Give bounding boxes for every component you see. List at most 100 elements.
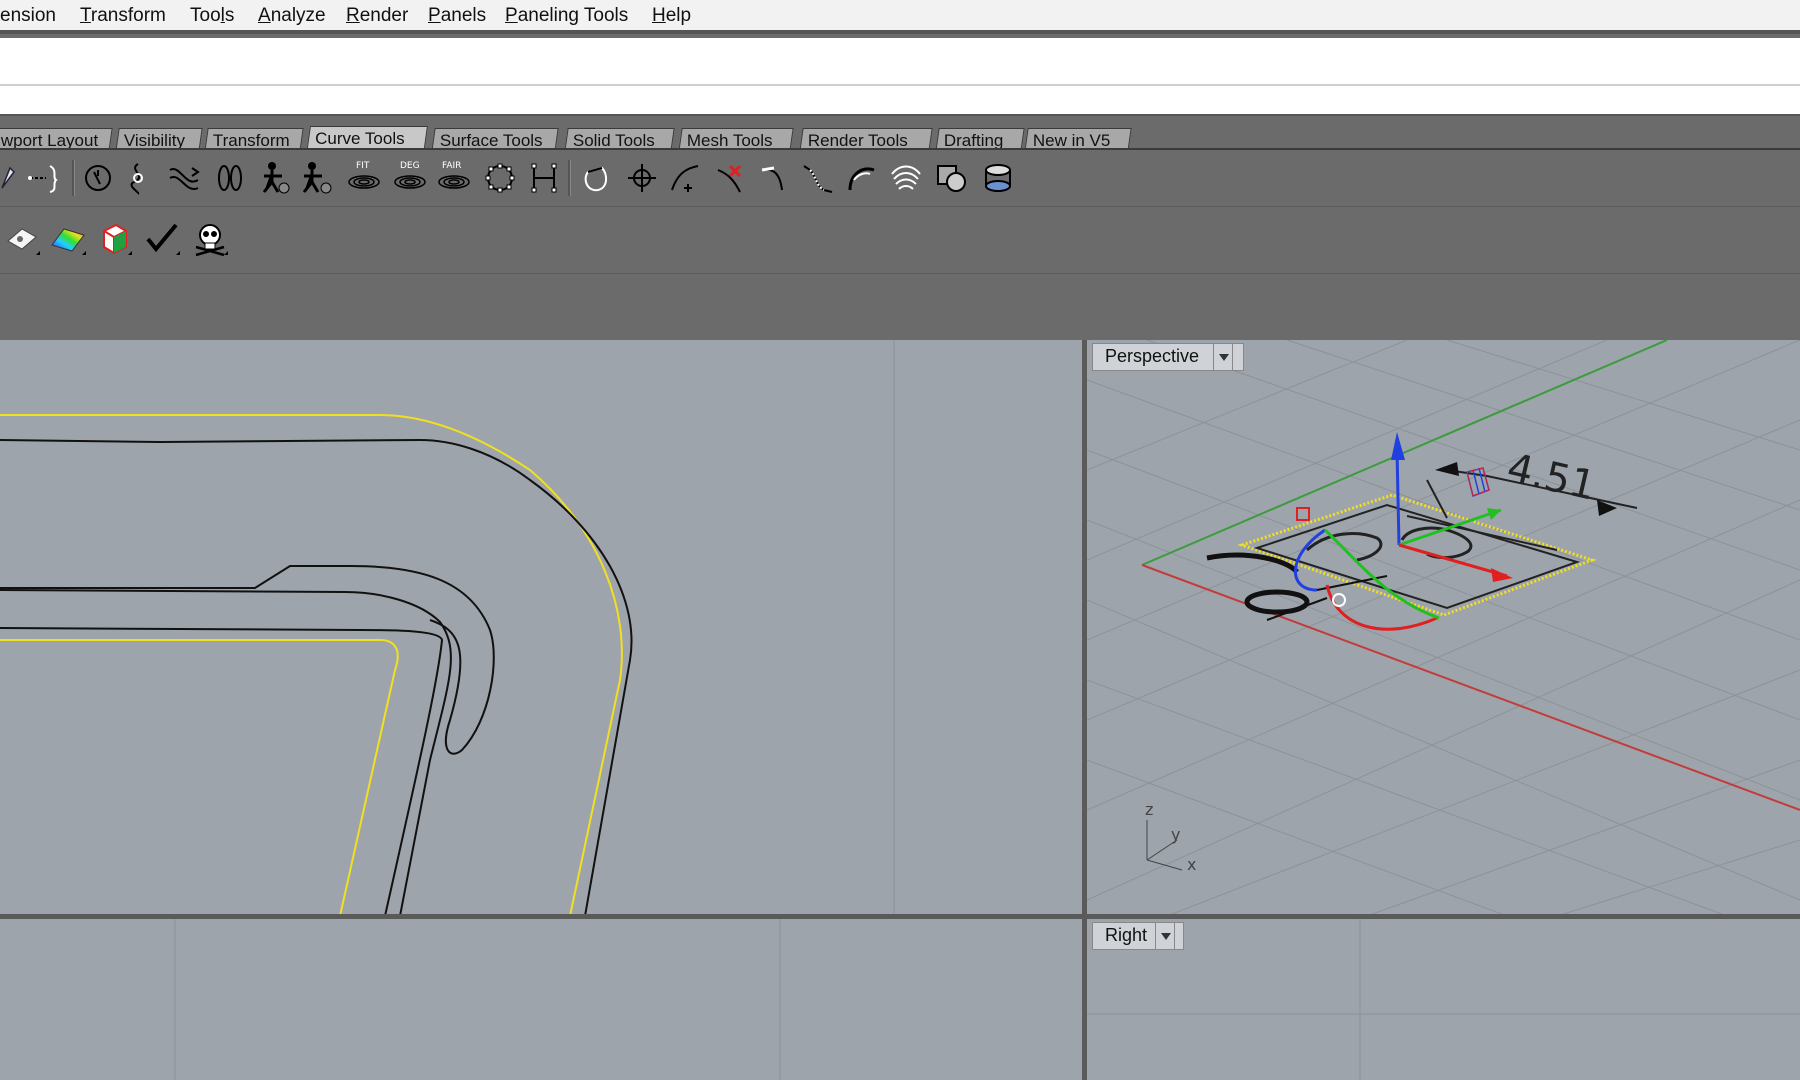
axis-label-x: x <box>1187 855 1196 874</box>
top-viewport-canvas[interactable] <box>0 340 1082 916</box>
closed-curve-icon[interactable] <box>578 160 614 196</box>
point-on-curve-icon[interactable] <box>624 160 660 196</box>
curve-boolean-icon[interactable] <box>934 160 970 196</box>
fit-label: FIT <box>356 161 370 171</box>
gumball-y-arrow[interactable] <box>1487 508 1501 520</box>
fit-curve-icon[interactable]: FIT <box>346 158 382 194</box>
menu-label: aneling Tools <box>517 5 629 26</box>
menu-accel: P <box>428 5 441 26</box>
menu-label: Too <box>190 5 221 26</box>
match-curve-icon[interactable] <box>256 160 292 196</box>
right-viewport-canvas[interactable] <box>1087 919 1800 1080</box>
arc-blend-icon[interactable] <box>844 160 880 196</box>
viewport-menu-button[interactable] <box>1213 343 1233 371</box>
menu-label: nalyze <box>270 5 326 26</box>
menu-help[interactable]: Help <box>652 5 691 27</box>
inner-lip-outline <box>0 565 495 755</box>
menu-label: elp <box>665 5 692 26</box>
menu-render[interactable]: Render <box>346 5 408 27</box>
toolbar-separator <box>72 160 75 196</box>
menu-label: ransform <box>90 5 166 26</box>
gumball-rotate-z[interactable] <box>1325 584 1438 631</box>
inner-edge-outline <box>0 589 452 916</box>
offset-curves-icon[interactable] <box>888 160 924 196</box>
outer-outline <box>0 438 633 916</box>
outer-outline-selected <box>0 414 623 916</box>
menu-accel: H <box>652 5 666 26</box>
command-input[interactable] <box>0 86 1800 114</box>
tab-label: Curve Tools <box>315 129 405 148</box>
analyze-toolbar <box>0 207 1800 274</box>
fair-icon[interactable]: FAIR <box>436 158 472 194</box>
inner-outline-selected <box>0 639 399 916</box>
menu-analyze[interactable]: Analyze <box>258 5 326 27</box>
adjust-seam-icon[interactable] <box>166 160 202 196</box>
check-objects-icon[interactable] <box>144 221 180 257</box>
gumball-x-arrow[interactable] <box>1491 568 1513 582</box>
menu-transform[interactable]: Transform <box>80 5 166 27</box>
axis-label-y: y <box>1171 825 1180 844</box>
weight-icon[interactable] <box>526 160 562 196</box>
gumball-rotate-x[interactable] <box>1293 528 1326 592</box>
menu-accel: T <box>80 5 91 26</box>
extract-isocurve-icon[interactable] <box>980 160 1016 196</box>
rebuild-icon[interactable] <box>80 160 116 196</box>
dimension-label: 4.51 <box>1503 445 1600 510</box>
menu-label: ension <box>0 5 56 26</box>
extend-curve-icon[interactable] <box>756 160 792 196</box>
gumball-z-arrow[interactable] <box>1391 432 1405 460</box>
viewport-divider-horizontal[interactable] <box>0 914 1800 919</box>
fair-curve-icon[interactable] <box>298 160 334 196</box>
perspective-viewport[interactable]: 4.51 z y x Perspective <box>1087 340 1800 916</box>
menu-accel: R <box>346 5 360 26</box>
skull-audit-icon[interactable] <box>192 221 228 257</box>
chevron-down-icon <box>1219 354 1229 361</box>
viewport-title-text: Perspective <box>1105 346 1200 366</box>
control-points-icon[interactable] <box>482 160 518 196</box>
menu-dimension[interactable]: ension <box>0 5 56 27</box>
gumball-center[interactable] <box>1332 593 1346 607</box>
y-axis-line <box>1141 340 1668 566</box>
menu-panels[interactable]: Panels <box>428 5 486 27</box>
menu-accel: P <box>505 5 518 26</box>
insert-knot-icon[interactable] <box>120 160 156 196</box>
axis-label-z: z <box>1145 800 1153 819</box>
menu-label: ender <box>359 5 409 26</box>
curve-add-point-icon[interactable] <box>668 160 704 196</box>
top-viewport[interactable] <box>0 340 1082 916</box>
fair-label: FAIR <box>442 161 461 171</box>
deg-label: DEG <box>400 161 420 171</box>
front-viewport-canvas[interactable] <box>0 919 1082 1080</box>
menu-bar: ension Transform Tools Analyze Render Pa… <box>0 0 1800 34</box>
blend-curve-icon[interactable] <box>800 160 836 196</box>
right-viewport[interactable]: Right <box>1087 919 1800 1080</box>
toolbar-separator <box>568 160 571 196</box>
edge-analysis-icon[interactable] <box>96 221 132 257</box>
selection-handle[interactable] <box>1296 507 1310 521</box>
dimension-arrow-left <box>1435 462 1459 476</box>
viewport-title-text: Right <box>1105 925 1148 945</box>
perspective-canvas[interactable]: 4.51 z y x <box>1087 340 1800 916</box>
chevron-down-icon <box>1161 933 1171 940</box>
x-axis-line <box>1141 564 1800 811</box>
viewport-divider-vertical[interactable] <box>1082 340 1087 1080</box>
menu-label-suffix: s <box>224 5 235 26</box>
draft-angle-icon[interactable] <box>4 221 40 257</box>
viewport-menu-button[interactable] <box>1155 922 1175 950</box>
empty-toolbar-area <box>0 274 1800 340</box>
menu-tools[interactable]: Tools <box>190 5 234 27</box>
inner-edge-outline-2 <box>0 627 444 916</box>
curve-tools-toolbar: FIT DEG FAIR <box>0 150 1800 207</box>
change-degree-deg-icon[interactable]: DEG <box>392 158 428 194</box>
menu-accel: A <box>258 5 271 26</box>
command-area <box>0 38 1800 114</box>
trim-curve-icon[interactable] <box>712 160 748 196</box>
front-viewport[interactable] <box>0 919 1082 1080</box>
gumball-y-axis[interactable] <box>1398 508 1502 547</box>
command-history <box>0 38 1800 86</box>
menu-paneling-tools[interactable]: Paneling Tools <box>505 5 628 27</box>
change-degree-icon[interactable] <box>212 160 248 196</box>
zebra-analysis-icon[interactable] <box>50 221 86 257</box>
point-curve-icon[interactable] <box>26 160 62 196</box>
gumball-z-axis[interactable] <box>1395 449 1401 546</box>
